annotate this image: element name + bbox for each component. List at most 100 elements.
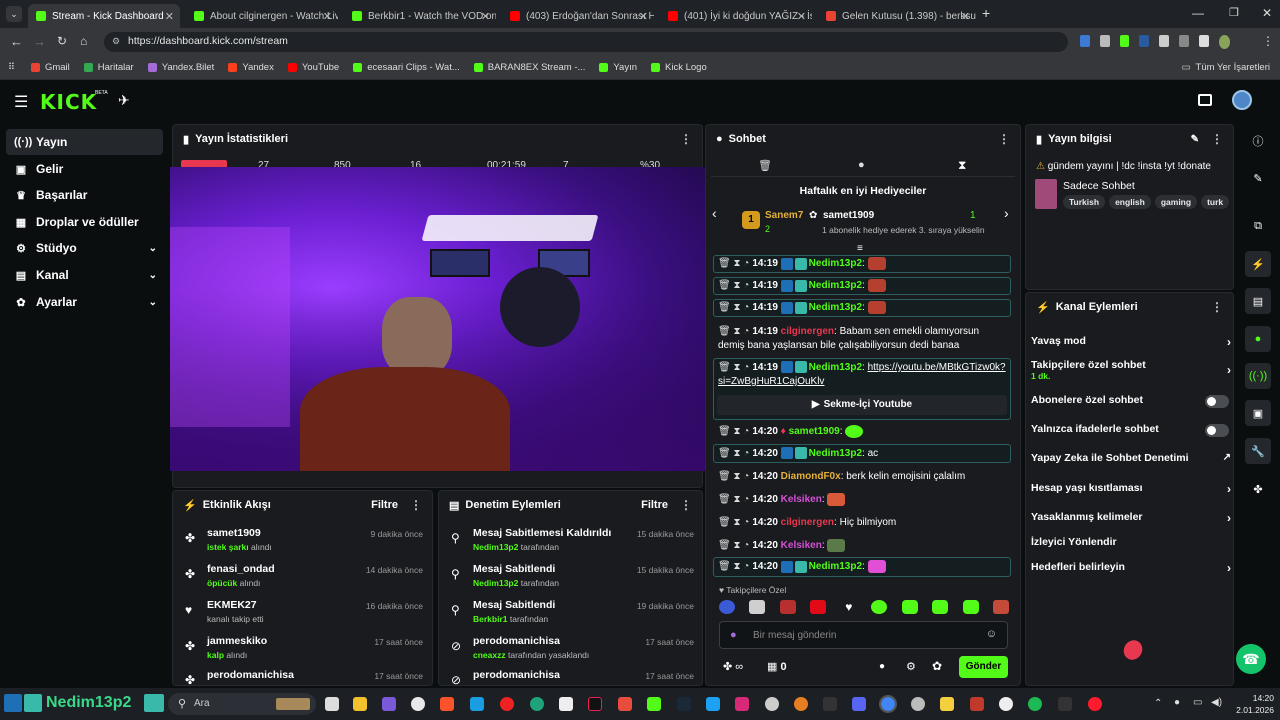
mod-actions-icon[interactable]: 🗑 ⧗ ◔ xyxy=(718,517,749,528)
site-info-icon[interactable]: ⚙ xyxy=(112,36,120,47)
chat-settings-bubble-icon[interactable]: ● xyxy=(879,661,885,672)
emote-only-row[interactable]: Yalnızca ifadelerle sohbet xyxy=(1031,423,1231,437)
sidebar-item-kanal[interactable]: ▤ Kanal ⌄ xyxy=(6,262,163,288)
emote-icon[interactable] xyxy=(962,600,979,614)
tab-search-icon[interactable]: ⌄ xyxy=(6,6,22,22)
snapchat-icon[interactable] xyxy=(940,697,954,711)
tray-chevron-icon[interactable]: ⌃ xyxy=(1154,698,1162,709)
mod-actions-icon[interactable]: 🗑 ⧗ ◔ xyxy=(718,561,749,572)
bookmark-gmail[interactable]: Gmail xyxy=(30,62,70,73)
pinned-handle-icon[interactable]: ≡ xyxy=(857,243,863,254)
new-tab-button[interactable]: + xyxy=(982,5,990,21)
chat-tool-icon[interactable]: ● xyxy=(1245,326,1271,352)
bookmark-baran8ex[interactable]: BARAN8EX Stream -... xyxy=(473,62,585,73)
trash-icon[interactable]: 🗑 xyxy=(758,159,772,172)
mod-actions-icon[interactable]: 🗑 ⧗ ◔ xyxy=(718,326,749,337)
emote-icon[interactable] xyxy=(992,600,1009,614)
mod-actions-icon[interactable]: 🗑 ⧗ ◔ xyxy=(718,426,749,437)
sparkle-tool-icon[interactable]: ✤ xyxy=(1245,476,1271,502)
taskbar-time[interactable]: 14:20 xyxy=(1234,693,1274,703)
kick-app-icon[interactable] xyxy=(647,697,661,711)
crop-icon[interactable]: ⧉ xyxy=(1245,213,1271,239)
twitter-icon[interactable] xyxy=(706,697,720,711)
file-explorer-icon[interactable] xyxy=(353,697,367,711)
emote-icon[interactable] xyxy=(749,600,766,614)
extension-icon[interactable] xyxy=(1099,35,1110,47)
banned-words-row[interactable]: Yasaklanmış kelimeler › xyxy=(1031,511,1231,525)
layout-tool-icon[interactable]: ▣ xyxy=(1245,400,1271,426)
goals-row[interactable]: Hedefleri belirleyin › xyxy=(1031,561,1231,575)
ai-moderation-row[interactable]: Yapay Zeka ile Sohbet Denetimi ↗ xyxy=(1031,452,1231,464)
next-arrow-icon[interactable]: › xyxy=(1004,205,1009,221)
more-icon[interactable]: ⋮ xyxy=(1211,300,1223,314)
app-icon[interactable] xyxy=(618,697,632,711)
close-icon[interactable]: ✕ xyxy=(165,10,174,23)
mod-actions-icon[interactable]: 🗑 ⧗ ◔ xyxy=(718,258,749,269)
taskbar-date[interactable]: 2.01.2026 xyxy=(1226,705,1274,715)
app-icon[interactable] xyxy=(1058,697,1072,711)
tab-kick-dashboard[interactable]: Stream - Kick Dashboard ✕ xyxy=(28,4,180,28)
mod-actions-icon[interactable]: 🗑 ⧗ ◔ xyxy=(718,540,749,551)
edge-icon[interactable] xyxy=(530,697,544,711)
close-icon[interactable]: ✕ xyxy=(639,10,648,23)
tiktok-icon[interactable] xyxy=(588,697,602,711)
stream-video-preview[interactable] xyxy=(170,167,711,471)
menu-dots-icon[interactable]: ⋮ xyxy=(1262,34,1274,48)
user-avatar[interactable] xyxy=(1232,90,1252,110)
theater-mode-icon[interactable] xyxy=(1198,94,1212,106)
chat-bubble-icon[interactable]: ● xyxy=(858,159,865,171)
close-window-button[interactable]: ✕ xyxy=(1262,6,1272,20)
tab-gmail[interactable]: Gelen Kutusu (1.398) - berksua ✕ xyxy=(818,4,976,28)
hamburger-menu-icon[interactable]: ☰ xyxy=(14,92,28,112)
more-icon[interactable]: ⋮ xyxy=(1211,132,1223,146)
emote-icon[interactable] xyxy=(779,600,796,614)
opera-icon[interactable] xyxy=(1088,697,1102,711)
document-tool-icon[interactable]: ▤ xyxy=(1245,288,1271,314)
taskbar-search[interactable]: ⚲ Ara xyxy=(168,693,316,715)
extension-icon[interactable] xyxy=(1178,35,1189,47)
mod-actions-icon[interactable]: 🗑 ⧗ ◔ xyxy=(718,302,749,313)
sidebar-item-studyo[interactable]: ⚙ Stüdyo ⌄ xyxy=(6,235,163,261)
bookmark-yayin[interactable]: Yayın xyxy=(599,62,637,73)
youtube-inline-button[interactable]: ▶ Sekme-İçi Youtube xyxy=(717,395,1007,415)
maximize-button[interactable]: ❐ xyxy=(1229,6,1239,19)
all-bookmarks[interactable]: ▭ Tüm Yer İşaretleri xyxy=(1182,62,1270,73)
app-icon[interactable] xyxy=(911,697,925,711)
mod-actions-icon[interactable]: 🗑 ⧗ ◔ xyxy=(718,494,749,505)
home-icon[interactable]: ⌂ xyxy=(80,34,87,48)
emote-icon[interactable] xyxy=(719,600,735,614)
slow-mode-row[interactable]: Yavaş mod › xyxy=(1031,335,1231,349)
bookmark-maps[interactable]: Haritalar xyxy=(83,62,134,73)
minimize-button[interactable]: — xyxy=(1192,6,1204,20)
turkish-flag-emote-icon[interactable] xyxy=(810,600,827,614)
telegram-icon[interactable] xyxy=(470,697,484,711)
puzzle-icon[interactable] xyxy=(1159,35,1169,47)
emote-only-toggle[interactable] xyxy=(1205,424,1229,437)
discord-icon[interactable] xyxy=(852,697,866,711)
app-icon[interactable] xyxy=(970,697,984,711)
chrome-icon[interactable] xyxy=(879,695,897,713)
account-age-row[interactable]: Hesap yaşı kısıtlaması › xyxy=(1031,482,1231,496)
mod-actions-icon[interactable]: 🗑 ⧗ ◔ xyxy=(718,280,749,291)
rewards-icon[interactable]: ✤ ∞ xyxy=(723,660,743,673)
emote-icon[interactable] xyxy=(871,600,888,614)
extension-icon[interactable] xyxy=(1139,35,1150,47)
mic-tray-icon[interactable]: ● xyxy=(1174,697,1180,708)
prev-arrow-icon[interactable]: ‹ xyxy=(712,205,717,221)
send-button[interactable]: Gönder xyxy=(959,656,1008,678)
tab-cilginergen[interactable]: About cilginergen - Watch Live ✕ xyxy=(186,4,338,28)
task-view-icon[interactable] xyxy=(325,697,339,711)
sidebar-item-gelir[interactable]: ▣ Gelir xyxy=(6,156,163,182)
filter-button[interactable]: Filtre xyxy=(641,499,668,511)
mod-actions-icon[interactable]: 🗑 ⧗ ◔ xyxy=(718,448,749,459)
heart-emote-icon[interactable]: ♥ xyxy=(841,600,857,614)
gear-icon[interactable]: ⚙ xyxy=(906,660,916,673)
reload-icon[interactable]: ↻ xyxy=(57,34,67,48)
profile-avatar[interactable] xyxy=(1218,35,1230,49)
brave-icon[interactable] xyxy=(440,697,454,711)
notes-icon[interactable] xyxy=(559,697,573,711)
back-icon[interactable]: ← xyxy=(10,34,23,49)
url-input[interactable]: https://dashboard.kick.com/stream xyxy=(104,32,1068,52)
kick-logo[interactable]: KICK xyxy=(40,90,97,114)
obs-icon[interactable] xyxy=(411,697,425,711)
